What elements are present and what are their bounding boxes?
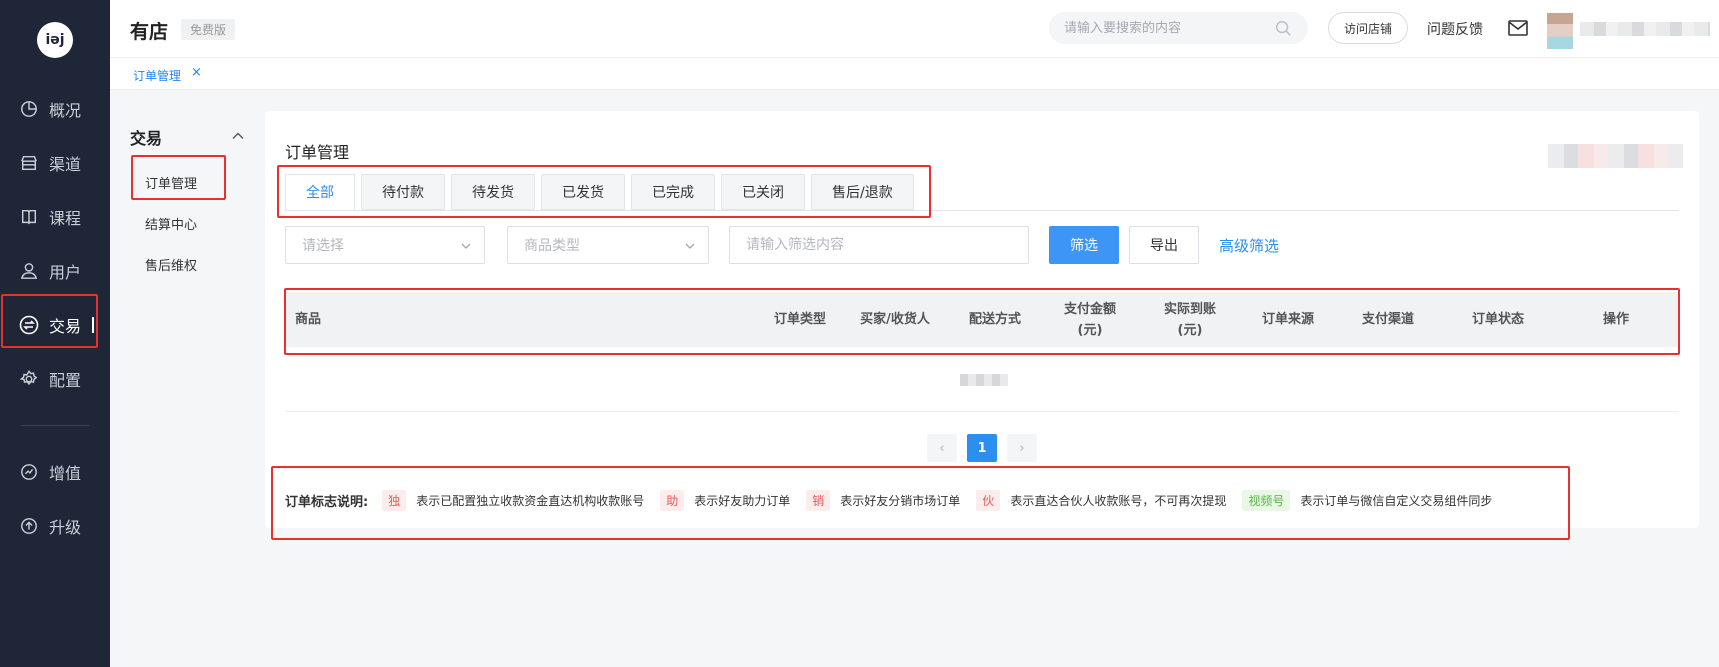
nav-divider xyxy=(21,425,89,426)
legend-badge-video: 视频号 xyxy=(1242,489,1291,511)
nav-label: 概况 xyxy=(49,101,82,120)
tab-refund[interactable]: 售后/退款 xyxy=(811,174,914,210)
pagination-next-button[interactable]: › xyxy=(1007,434,1037,462)
nav-label: 升级 xyxy=(49,518,82,537)
nav-item-value-added[interactable]: 增值 xyxy=(0,452,110,492)
column-header: 配送方式 xyxy=(968,312,1021,327)
export-button[interactable]: 导出 xyxy=(1129,226,1199,264)
order-card: 订单管理 全部 待付款 待发货 已发货 已完成 已关闭 售后/退款 请选择 商品… xyxy=(265,111,1699,528)
column-header: 商品 xyxy=(295,312,322,327)
nav-item-course[interactable]: 课程 xyxy=(0,197,110,237)
top-header: 有店 免费版 访问店铺 问题反馈 xyxy=(110,0,1719,58)
nav-item-channel[interactable]: 渠道 xyxy=(0,143,110,183)
tab-all[interactable]: 全部 xyxy=(285,174,355,210)
nav-item-upgrade[interactable]: 升级 xyxy=(0,506,110,546)
filter-input[interactable] xyxy=(729,226,1029,264)
column-header: 操作 xyxy=(1602,312,1629,327)
edition-badge: 免费版 xyxy=(181,19,236,40)
submenu-item-aftersale[interactable]: 售后维权 xyxy=(145,255,197,274)
select-placeholder: 请选择 xyxy=(302,238,344,254)
column-header: 支付渠道 xyxy=(1361,312,1414,327)
tab-pending-payment[interactable]: 待付款 xyxy=(361,174,445,210)
tab-order-management[interactable]: 订单管理 xyxy=(133,67,181,84)
tab-shipped[interactable]: 已发货 xyxy=(541,174,625,210)
column-header: 订单状态 xyxy=(1471,312,1524,327)
legend-badge-independent: 独 xyxy=(382,489,407,511)
filter-button[interactable]: 筛选 xyxy=(1049,226,1119,264)
search-icon[interactable] xyxy=(1274,19,1292,37)
nav-label: 用户 xyxy=(49,263,82,282)
visit-store-button[interactable]: 访问店铺 xyxy=(1328,12,1408,44)
select-placeholder: 商品类型 xyxy=(524,238,580,254)
value-added-icon xyxy=(18,461,40,483)
pagination-prev-button[interactable]: ‹ xyxy=(927,434,957,462)
blurred-info xyxy=(1548,144,1683,168)
app-logo: iǝj xyxy=(37,22,73,58)
legend-text: 表示好友助力订单 xyxy=(694,493,791,508)
exchange-icon xyxy=(18,314,40,336)
submenu-item-settlement[interactable]: 结算中心 xyxy=(145,214,197,233)
store-icon xyxy=(18,152,40,174)
product-type-select[interactable]: 商品类型 xyxy=(507,226,709,264)
legend-text: 表示已配置独立收款资金直达机构收款账号 xyxy=(416,493,645,508)
legend-badge-distribution: 销 xyxy=(806,489,831,511)
legend-badge-assist: 助 xyxy=(660,489,685,511)
column-header: 支付金额 (元) xyxy=(1063,301,1116,338)
book-icon xyxy=(18,206,40,228)
page-title: 订单管理 xyxy=(285,143,350,162)
nav-item-config[interactable]: 配置 xyxy=(0,359,110,399)
legend-badge-partner: 伙 xyxy=(976,489,1001,511)
mail-icon[interactable] xyxy=(1507,18,1529,38)
order-flag-legend: 订单标志说明: 独 表示已配置独立收款资金直达机构收款账号 助 表示好友助力订单… xyxy=(285,484,1508,516)
nav-item-user[interactable]: 用户 xyxy=(0,251,110,291)
tab-pending-shipment[interactable]: 待发货 xyxy=(451,174,535,210)
feedback-link[interactable]: 问题反馈 xyxy=(1427,19,1483,39)
legend-text: 表示好友分销市场订单 xyxy=(840,493,961,508)
close-icon[interactable]: × xyxy=(191,65,202,80)
tab-completed[interactable]: 已完成 xyxy=(631,174,715,210)
user-icon xyxy=(18,260,40,282)
main-sidebar: iǝj 概况 渠道 课程 用户 交易 配置 增值 升级 xyxy=(0,0,110,667)
nav-label: 课程 xyxy=(49,209,82,228)
nav-item-trade[interactable]: 交易 xyxy=(0,305,110,345)
avatar[interactable] xyxy=(1547,13,1573,49)
column-header: 订单类型 xyxy=(773,312,826,327)
chevron-up-icon[interactable] xyxy=(231,129,245,143)
pagination-page-1[interactable]: 1 xyxy=(967,434,997,462)
pie-chart-icon xyxy=(18,98,40,120)
legend-title: 订单标志说明: xyxy=(285,494,369,510)
column-header: 实际到账 (元) xyxy=(1163,301,1216,338)
order-status-tabs: 全部 待付款 待发货 已发货 已完成 已关闭 售后/退款 xyxy=(285,174,914,210)
nav-label: 配置 xyxy=(49,371,82,390)
search-input[interactable] xyxy=(1049,12,1308,44)
column-header: 买家/收货人 xyxy=(860,312,930,327)
nav-item-overview[interactable]: 概况 xyxy=(0,89,110,129)
secondary-menu: 交易 订单管理 结算中心 售后维权 xyxy=(110,91,260,667)
user-name-blurred[interactable] xyxy=(1580,22,1710,36)
tab-closed[interactable]: 已关闭 xyxy=(721,174,805,210)
legend-text: 表示订单与微信自定义交易组件同步 xyxy=(1300,493,1493,508)
upgrade-icon xyxy=(18,515,40,537)
submenu-item-orders[interactable]: 订单管理 xyxy=(145,173,197,192)
table-divider xyxy=(285,411,1679,412)
tabs-divider xyxy=(285,210,1679,211)
table-header: 商品 订单类型 买家/收货人 配送方式 支付金额 (元) 实际到账 (元) 订单… xyxy=(285,292,1679,347)
gear-icon xyxy=(18,368,40,390)
chevron-down-icon xyxy=(684,240,696,252)
order-select[interactable]: 请选择 xyxy=(285,226,485,264)
nav-label: 增值 xyxy=(49,464,82,483)
legend-text: 表示直达合伙人收款账号，不可再次提现 xyxy=(1010,493,1227,508)
submenu-title[interactable]: 交易 xyxy=(130,125,162,149)
column-header: 订单来源 xyxy=(1261,312,1314,327)
active-indicator xyxy=(92,317,94,333)
empty-state-blurred xyxy=(960,374,1008,386)
shop-name: 有店 xyxy=(130,21,169,43)
chevron-down-icon xyxy=(460,240,472,252)
page-tab-strip: 订单管理 × xyxy=(110,58,1719,90)
advanced-filter-link[interactable]: 高级筛选 xyxy=(1219,235,1279,256)
nav-label: 渠道 xyxy=(49,155,82,174)
nav-label: 交易 xyxy=(49,317,82,336)
